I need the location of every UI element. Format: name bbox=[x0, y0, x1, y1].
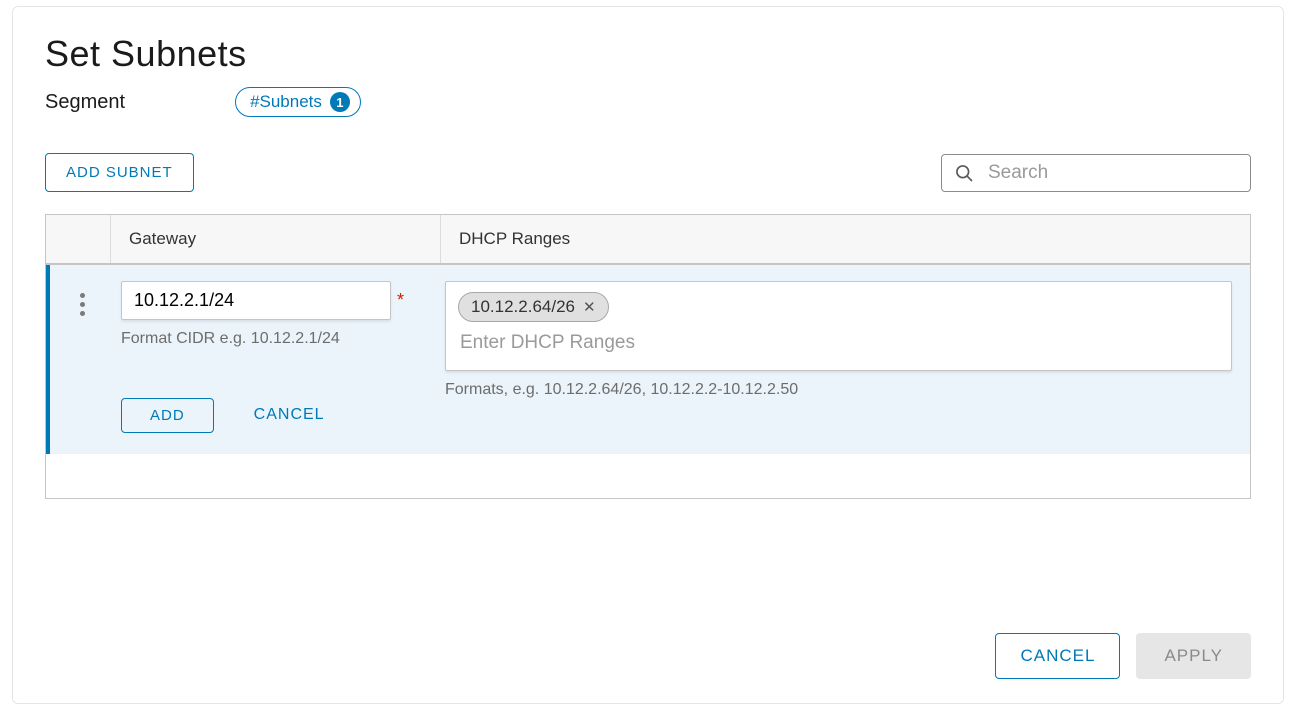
remove-tag-icon[interactable]: ✕ bbox=[583, 298, 596, 316]
add-subnet-button[interactable]: ADD SUBNET bbox=[45, 153, 194, 192]
subnets-count-pill[interactable]: #Subnets 1 bbox=[235, 87, 361, 117]
set-subnets-dialog: Set Subnets Segment #Subnets 1 ADD SUBNE… bbox=[12, 6, 1284, 704]
dhcp-ranges-box[interactable]: 10.12.2.64/26 ✕ bbox=[445, 281, 1232, 371]
required-asterisk: * bbox=[397, 290, 404, 311]
dhcp-hint: Formats, e.g. 10.12.2.64/26, 10.12.2.2-1… bbox=[445, 381, 1232, 399]
cancel-button[interactable]: CANCEL bbox=[995, 633, 1120, 679]
search-input[interactable] bbox=[986, 161, 1238, 185]
grid-header: Gateway DHCP Ranges bbox=[46, 215, 1250, 265]
header-gateway: Gateway bbox=[111, 215, 441, 263]
segment-row: Segment #Subnets 1 bbox=[45, 87, 1251, 117]
gateway-hint: Format CIDR e.g. 10.12.2.1/24 bbox=[121, 330, 427, 348]
subnets-pill-count: 1 bbox=[330, 92, 350, 112]
dhcp-range-tag: 10.12.2.64/26 ✕ bbox=[458, 292, 609, 322]
dialog-footer: CANCEL APPLY bbox=[995, 633, 1251, 679]
row-action-buttons: ADD CANCEL bbox=[121, 396, 427, 434]
row-add-button[interactable]: ADD bbox=[121, 398, 214, 433]
segment-label: Segment bbox=[45, 91, 125, 114]
toolbar: ADD SUBNET bbox=[45, 153, 1251, 192]
grid-empty-space bbox=[46, 454, 1250, 498]
subnets-grid: Gateway DHCP Ranges * Format CIDR e.g. 1… bbox=[45, 214, 1251, 499]
header-menu-col bbox=[46, 215, 111, 263]
dhcp-range-tag-label: 10.12.2.64/26 bbox=[471, 297, 575, 317]
subnet-row: * Format CIDR e.g. 10.12.2.1/24 ADD CANC… bbox=[46, 265, 1250, 454]
row-actions-menu-icon[interactable] bbox=[80, 293, 85, 316]
gateway-input[interactable] bbox=[121, 281, 391, 320]
search-icon bbox=[954, 163, 974, 183]
apply-button: APPLY bbox=[1136, 633, 1251, 679]
dhcp-ranges-input[interactable] bbox=[458, 330, 1219, 356]
subnets-pill-label: #Subnets bbox=[250, 92, 322, 112]
page-title: Set Subnets bbox=[45, 33, 1251, 75]
search-field[interactable] bbox=[941, 154, 1251, 192]
header-dhcp: DHCP Ranges bbox=[441, 215, 1250, 263]
row-cancel-button[interactable]: CANCEL bbox=[234, 396, 345, 434]
